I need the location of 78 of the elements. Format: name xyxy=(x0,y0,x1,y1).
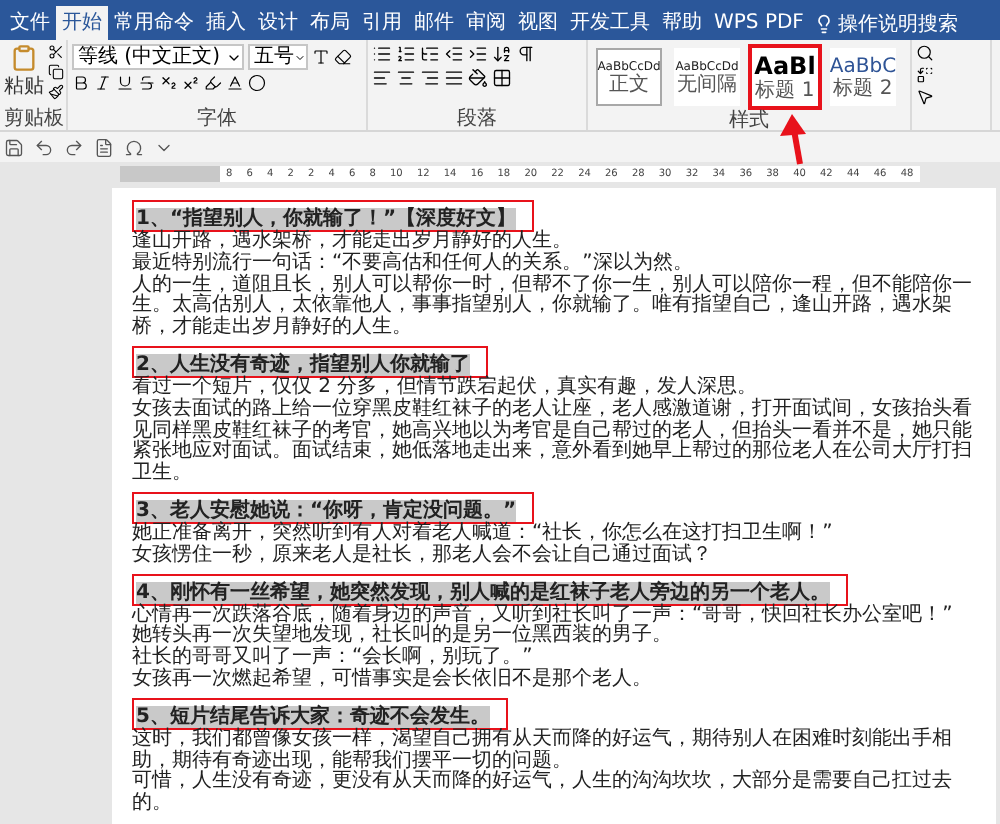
bold-icon[interactable] xyxy=(72,74,90,92)
style-option[interactable]: AaBl 标题 1 xyxy=(752,48,818,106)
font-size-dropdown[interactable]: 五号 xyxy=(248,44,308,70)
decrease-indent-icon[interactable] xyxy=(444,44,464,64)
clipboard-icon xyxy=(10,44,38,72)
sort-icon[interactable] xyxy=(492,44,512,64)
cut-icon[interactable] xyxy=(48,44,64,60)
style-option[interactable]: AaBbC 标题 2 xyxy=(830,48,896,106)
ribbon-tab[interactable]: 审阅 xyxy=(460,6,512,40)
underline-icon[interactable] xyxy=(116,74,134,92)
borders-icon[interactable] xyxy=(492,68,512,88)
align-center-icon[interactable] xyxy=(396,68,416,88)
highlighter-icon[interactable] xyxy=(204,74,222,92)
lightbulb-icon xyxy=(813,13,834,33)
document-icon[interactable] xyxy=(94,137,114,157)
body-paragraph: 她正准备离开，突然听到有人对着老人喊道：“社长，你怎么在这打扫卫生啊！” xyxy=(132,523,835,544)
body-paragraph: 可惜，人生没有奇迹，更没有从天而降的好运气，人生的沟沟坎坎，大部分是需要自己扛过去的。 xyxy=(132,772,954,816)
ribbon-tab[interactable]: 布局 xyxy=(304,6,356,40)
body-paragraph: 人的一生，道阻且长，别人可以帮你一时，但帮不了你一生，别人可以陪你一程，但不能陪你一生。太高估别人，太依靠他人，事事指望别人，你就输了。唯有指望自己，逢山开路，遇水架桥，才能走出岁月静好的人生。 xyxy=(132,275,974,340)
ribbon-tab[interactable]: 开始 xyxy=(56,6,108,40)
ribbon-tab[interactable]: 开发工具 xyxy=(564,6,656,40)
body-paragraph: 社长的哥哥又叫了一声：“会长啊，别玩了。” xyxy=(132,648,533,669)
grow-font-icon[interactable] xyxy=(312,48,330,66)
body-paragraph: 女孩再一次燃起希望，可惜事实是会长依旧不是那个老人。 xyxy=(132,669,654,692)
find-icon[interactable] xyxy=(916,44,934,62)
font-name-dropdown[interactable]: 等线 (中文正文) xyxy=(72,44,244,70)
ribbon-tab[interactable]: 引用 xyxy=(356,6,408,40)
eraser-icon[interactable] xyxy=(334,48,352,66)
enclose-icon[interactable] xyxy=(248,74,266,92)
symbol-icon[interactable] xyxy=(124,137,144,157)
save-icon[interactable] xyxy=(4,137,24,157)
body-paragraph: 心情再一次跌落谷底，随着身边的声音，又听到社长叫了一声：“哥哥，快回社长办公室吧！” xyxy=(132,605,955,626)
ribbon-tab[interactable]: 常用命令 xyxy=(108,6,200,40)
strikethrough-icon[interactable] xyxy=(138,74,156,92)
body-paragraph: 最近特别流行一句话：“不要高估和任何人的关系。”深以为然。 xyxy=(132,253,695,274)
paintbrush-icon[interactable] xyxy=(48,84,64,100)
multilevel-list-icon[interactable] xyxy=(420,44,440,64)
increase-indent-icon[interactable] xyxy=(468,44,488,64)
bullets-icon[interactable] xyxy=(372,44,392,64)
body-paragraph: 女孩愣住一秒，原来老人是社长，那老人会不会让自己通过面试？ xyxy=(132,545,714,568)
pilcrow-icon[interactable] xyxy=(516,44,536,64)
heading-text: 1、“指望别人，你就输了！”【深度好文】 xyxy=(136,208,517,230)
ribbon-tab[interactable]: 视图 xyxy=(512,6,564,40)
align-right-icon[interactable] xyxy=(420,68,440,88)
shading-icon[interactable] xyxy=(468,68,488,88)
body-paragraph: 这时，我们都曾像女孩一样，渴望自己拥有从天而降的好运气，期待别人在困难时刻能出手相助，期待有奇迹出现，能帮我们摆平一切的问题。 xyxy=(132,729,954,772)
heading-text: 2、人生没有奇迹，指望别人你就输了 xyxy=(136,353,470,376)
group-label: 剪贴板 xyxy=(4,108,62,130)
numbering-icon[interactable] xyxy=(396,44,416,64)
heading-text: 5、短片结尾告诉大家：奇迹不会发生。 xyxy=(136,705,490,728)
heading-text: 4、刚怀有一丝希望，她突然发现，别人喊的是红袜子老人旁边的另一个老人。 xyxy=(136,581,830,604)
select-icon[interactable] xyxy=(916,88,934,106)
ribbon-tab[interactable]: 邮件 xyxy=(408,6,460,40)
paste-button[interactable]: 粘贴 xyxy=(4,44,44,108)
ribbon-tab[interactable]: WPS PDF xyxy=(708,6,810,40)
group-label: 段落 xyxy=(455,108,499,130)
group-label: 样式 xyxy=(727,110,771,132)
heading-text: 3、老人安慰她说：“你呀，肯定没问题。” xyxy=(136,499,517,522)
ribbon-tab[interactable]: 设计 xyxy=(252,6,304,40)
body-paragraph: 逢山开路，遇水架桥，才能走出岁月静好的人生。 xyxy=(132,232,574,252)
align-left-icon[interactable] xyxy=(372,68,392,88)
redo-icon[interactable] xyxy=(64,137,84,157)
body-paragraph: 她转头再一次失望地发现，社长叫的是另一位黑西装的男子。 xyxy=(132,626,674,647)
group-label: 字体 xyxy=(195,108,239,130)
ribbon-tab[interactable]: 插入 xyxy=(200,6,252,40)
body-paragraph: 看过一个短片，仅仅 2 分多，但情节跌宕起伏，真实有趣，发人深思。 xyxy=(132,377,758,398)
superscript-icon[interactable] xyxy=(182,74,200,92)
undo-icon[interactable] xyxy=(34,137,54,157)
font-color-icon[interactable] xyxy=(226,74,244,92)
search-hint[interactable]: 操作说明搜索 xyxy=(837,9,958,37)
annotation-arrow xyxy=(780,114,806,165)
ribbon-tab[interactable]: 帮助 xyxy=(656,6,708,40)
italic-icon[interactable] xyxy=(94,74,112,92)
subscript-icon[interactable] xyxy=(160,74,178,92)
body-paragraph: 女孩去面试的路上给一位穿黑皮鞋红袜子的老人让座，老人感激道谢，打开面试间，女孩抬头看见同样黑皮鞋红袜子的考官，她高兴地以为考官是自己帮过的老人，但抬头一看并不是，她只能紧张地应对面试。面试结束，她低落地走出来，意外看到她早上帮过的那位老人在公司大厅打扫卫生。 xyxy=(132,399,974,486)
justify-icon[interactable] xyxy=(444,68,464,88)
copy-icon[interactable] xyxy=(48,64,64,80)
ribbon-tab[interactable]: 文件 xyxy=(4,6,56,40)
